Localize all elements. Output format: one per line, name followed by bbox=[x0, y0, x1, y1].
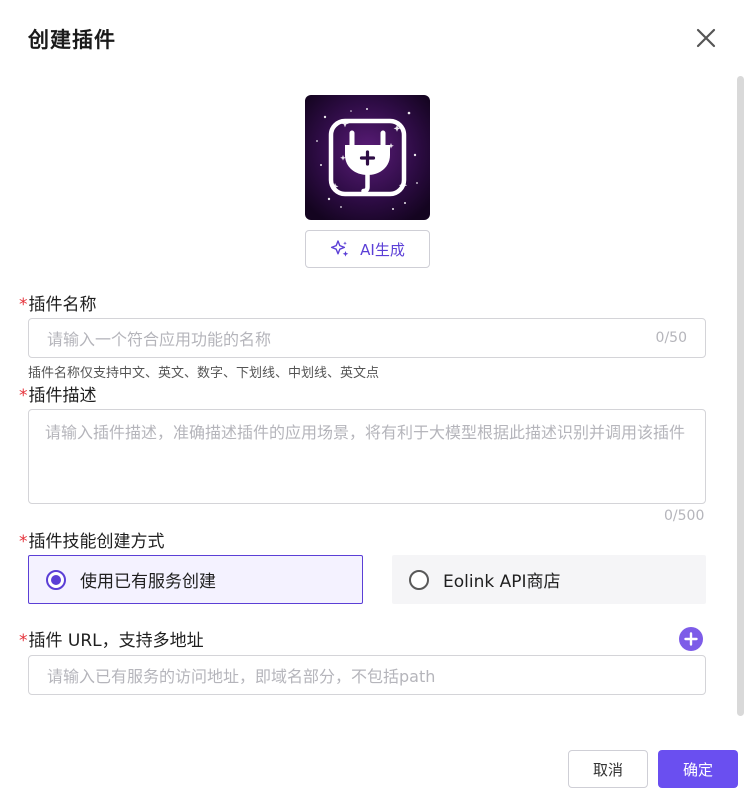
required-mark: * bbox=[19, 631, 28, 651]
dialog-title: 创建插件 bbox=[28, 28, 116, 52]
ai-generate-label: AI生成 bbox=[360, 240, 405, 259]
plugin-name-counter: 0/50 bbox=[655, 330, 687, 346]
add-url-button[interactable] bbox=[679, 627, 703, 651]
plugin-logo[interactable] bbox=[305, 95, 430, 220]
plugin-url-input[interactable]: 请输入已有服务的访问地址，即域名部分，不包括path bbox=[28, 655, 706, 695]
close-icon[interactable] bbox=[694, 26, 718, 50]
ai-generate-button[interactable]: AI生成 bbox=[305, 230, 430, 268]
sparkle-icon bbox=[331, 240, 349, 257]
plugin-description-label-text: 插件描述 bbox=[28, 386, 97, 406]
scrollbar[interactable] bbox=[737, 76, 744, 716]
plugin-name-label: *插件名称 bbox=[19, 290, 97, 315]
create-plugin-dialog: 创建插件 AI生成 *插件名称 请输入一个符合应用功能的名称 0/50 插件名称… bbox=[0, 0, 747, 798]
skill-method-label: *插件技能创建方式 bbox=[19, 527, 165, 552]
plugin-description-textarea[interactable]: 请输入插件描述，准确描述插件的应用场景，将有利于大模型根据此描述识别并调用该插件 bbox=[28, 409, 706, 504]
plus-circle-icon bbox=[684, 632, 698, 646]
plugin-name-hint: 插件名称仅支持中文、英文、数字、下划线、中划线、英文点 bbox=[28, 366, 380, 381]
required-mark: * bbox=[19, 532, 28, 552]
radio-unchecked-icon[interactable] bbox=[409, 569, 429, 590]
plugin-name-label-text: 插件名称 bbox=[28, 295, 97, 315]
option-existing-service[interactable]: 使用已有服务创建 bbox=[28, 555, 363, 604]
plug-icon bbox=[305, 95, 430, 220]
confirm-button[interactable]: 确定 bbox=[658, 750, 738, 788]
plugin-description-label: *插件描述 bbox=[19, 381, 97, 406]
plugin-url-label-text: 插件 URL，支持多地址 bbox=[28, 631, 204, 651]
plugin-name-input[interactable]: 请输入一个符合应用功能的名称 0/50 bbox=[28, 318, 706, 358]
plugin-description-counter: 0/500 bbox=[664, 508, 705, 524]
plugin-url-placeholder: 请输入已有服务的访问地址，即域名部分，不包括path bbox=[47, 667, 436, 686]
radio-checked-icon[interactable] bbox=[46, 569, 66, 590]
skill-method-label-text: 插件技能创建方式 bbox=[28, 532, 165, 552]
option-eolink-api-store[interactable]: Eolink API商店 bbox=[392, 555, 706, 604]
cancel-button[interactable]: 取消 bbox=[568, 750, 648, 788]
plugin-description-placeholder: 请输入插件描述，准确描述插件的应用场景，将有利于大模型根据此描述识别并调用该插件 bbox=[45, 423, 686, 442]
plugin-url-label: *插件 URL，支持多地址 bbox=[19, 626, 204, 651]
option-eolink-api-store-label: Eolink API商店 bbox=[443, 572, 561, 592]
required-mark: * bbox=[19, 386, 28, 406]
plugin-name-placeholder: 请输入一个符合应用功能的名称 bbox=[47, 330, 272, 349]
required-mark: * bbox=[19, 295, 28, 315]
option-existing-service-label: 使用已有服务创建 bbox=[80, 572, 216, 592]
